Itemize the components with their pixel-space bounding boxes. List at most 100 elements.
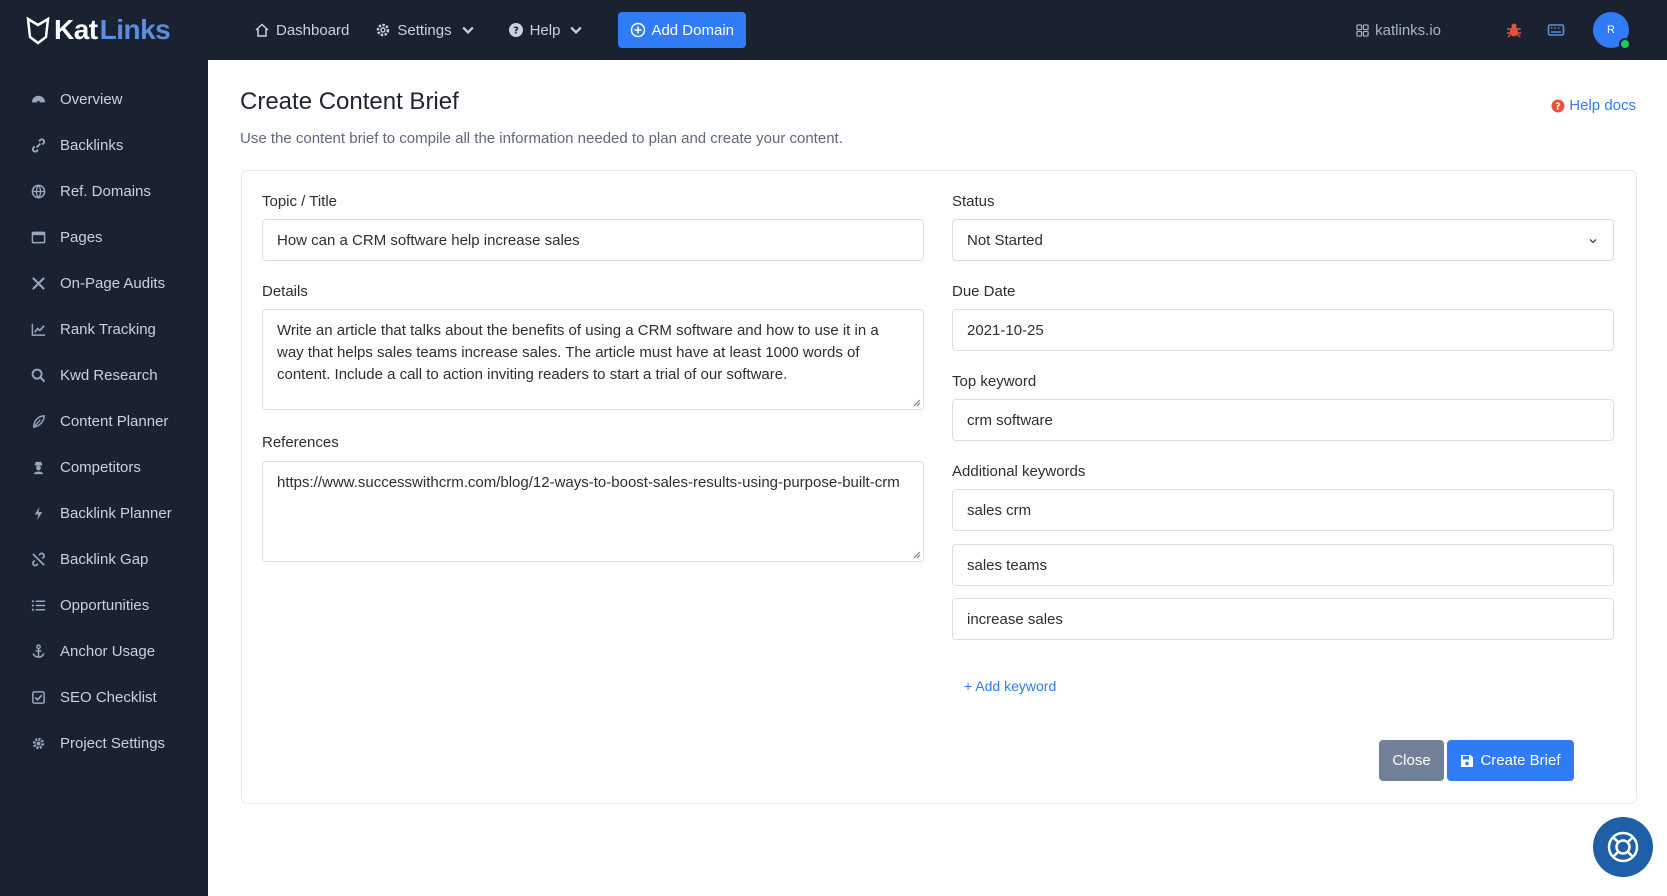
support-chat-button[interactable]	[1593, 817, 1653, 877]
additional-keyword-value: sales teams	[967, 556, 1048, 574]
resize-handle-icon[interactable]	[913, 551, 921, 559]
top-keyword-input[interactable]: crm software	[952, 399, 1614, 441]
sidebar-item-seo-checklist[interactable]: SEO Checklist	[0, 674, 208, 720]
sidebar-item-overview[interactable]: Overview	[0, 76, 208, 122]
dashboard-gauge-icon	[30, 91, 46, 107]
nav-help[interactable]: ? Help	[508, 22, 591, 39]
sidebar-item-on-page-audits[interactable]: On-Page Audits	[0, 260, 208, 306]
sidebar-item-rank-tracking[interactable]: Rank Tracking	[0, 306, 208, 352]
additional-keyword-value: sales crm	[967, 501, 1032, 519]
sidebar-item-label: Backlink Gap	[60, 550, 149, 568]
site-name: katlinks.io	[1375, 21, 1441, 39]
question-circle-icon: ?	[1551, 99, 1565, 112]
logo-text-kat: Kat	[54, 14, 98, 45]
sidebar-item-kwd-research[interactable]: Kwd Research	[0, 352, 208, 398]
svg-text:?: ?	[513, 26, 519, 37]
chevron-down-icon	[1589, 239, 1597, 244]
sidebar-item-label: Overview	[60, 90, 123, 108]
top-keyword-label: Top keyword	[952, 373, 1037, 390]
topic-input[interactable]: How can a CRM software help increase sal…	[262, 219, 924, 261]
add-domain-button[interactable]: Add Domain	[618, 12, 746, 48]
sidebar-item-label: Project Settings	[60, 734, 166, 752]
nav-dashboard[interactable]: Dashboard	[254, 22, 349, 39]
sidebar-nav: Overview Backlinks Ref. Domains Pages On…	[0, 76, 208, 766]
additional-keyword-input[interactable]: sales teams	[952, 544, 1614, 586]
status-select[interactable]: Not Started	[952, 219, 1614, 261]
gear-icon	[30, 735, 46, 751]
top-right-area: katlinks.io R	[1356, 0, 1667, 60]
page-subtitle: Use the content brief to compile all the…	[240, 130, 843, 147]
nav-settings[interactable]: Settings	[375, 22, 481, 39]
gear-icon	[377, 23, 390, 37]
sidebar-item-backlinks[interactable]: Backlinks	[0, 122, 208, 168]
additional-keyword-input[interactable]: sales crm	[952, 489, 1614, 531]
sidebar-item-label: On-Page Audits	[60, 274, 166, 292]
home-icon	[255, 23, 269, 37]
top-bar: Dashboard Settings ? Help Add Domain kat…	[208, 0, 1667, 60]
close-button[interactable]: Close	[1379, 740, 1444, 781]
sidebar-item-ref-domains[interactable]: Ref. Domains	[0, 168, 208, 214]
topic-value: How can a CRM software help increase sal…	[277, 231, 580, 249]
references-textarea[interactable]: https://www.successwithcrm.com/blog/12-w…	[262, 461, 924, 562]
add-keyword-link[interactable]: + Add keyword	[964, 678, 1056, 694]
main-content: Create Content Brief Use the content bri…	[208, 60, 1667, 896]
svg-text:?: ?	[1556, 101, 1562, 112]
sidebar-item-competitors[interactable]: Competitors	[0, 444, 208, 490]
sidebar-item-label: SEO Checklist	[60, 688, 157, 706]
help-docs-label: Help docs	[1569, 97, 1636, 114]
checkbox-icon	[30, 689, 46, 705]
page-title: Create Content Brief	[240, 88, 459, 115]
additional-keyword-value: increase sales	[967, 610, 1063, 628]
create-brief-button[interactable]: Create Brief	[1447, 740, 1574, 781]
status-value: Not Started	[967, 231, 1043, 249]
sidebar-item-label: Rank Tracking	[60, 320, 156, 338]
status-label: Status	[952, 193, 995, 210]
user-avatar[interactable]: R	[1593, 12, 1631, 50]
sidebar-item-content-planner[interactable]: Content Planner	[0, 398, 208, 444]
sidebar-item-anchor-usage[interactable]: Anchor Usage	[0, 628, 208, 674]
details-label: Details	[262, 283, 308, 300]
sidebar-item-label: Ref. Domains	[60, 182, 151, 200]
due-date-value: 2021-10-25	[967, 321, 1044, 339]
references-value: https://www.successwithcrm.com/blog/12-w…	[277, 474, 900, 491]
additional-keywords-label: Additional keywords	[952, 463, 1086, 480]
top-nav: Dashboard Settings ? Help Add Domain	[254, 12, 746, 48]
top-keyword-value: crm software	[967, 411, 1053, 429]
sidebar-item-opportunities[interactable]: Opportunities	[0, 582, 208, 628]
chevron-down-icon	[462, 26, 474, 34]
tools-icon	[30, 275, 46, 291]
logo-text-links: Links	[99, 14, 171, 45]
user-secret-icon	[30, 459, 46, 475]
site-switcher[interactable]: katlinks.io	[1356, 22, 1441, 39]
resize-handle-icon[interactable]	[913, 399, 921, 407]
additional-keyword-input[interactable]: increase sales	[952, 598, 1614, 640]
bug-icon[interactable]	[1505, 21, 1523, 39]
unlink-icon	[30, 551, 46, 567]
chart-line-icon	[30, 321, 46, 337]
nav-dashboard-label: Dashboard	[276, 21, 350, 39]
sidebar-item-pages[interactable]: Pages	[0, 214, 208, 260]
keyboard-icon[interactable]	[1547, 21, 1565, 39]
brand-logo[interactable]: Kat Links	[0, 0, 208, 60]
nav-settings-label: Settings	[397, 21, 452, 39]
globe-icon	[30, 183, 46, 199]
sidebar-item-project-settings[interactable]: Project Settings	[0, 720, 208, 766]
due-date-label: Due Date	[952, 283, 1016, 300]
avatar-initial: R	[1607, 24, 1615, 36]
save-icon	[1461, 754, 1474, 767]
sidebar-item-label: Anchor Usage	[60, 642, 156, 660]
due-date-input[interactable]: 2021-10-25	[952, 309, 1614, 351]
create-brief-label: Create Brief	[1480, 752, 1561, 769]
details-value: Write an article that talks about the be…	[277, 322, 879, 383]
sidebar-item-backlink-gap[interactable]: Backlink Gap	[0, 536, 208, 582]
sidebar-item-backlink-planner[interactable]: Backlink Planner	[0, 490, 208, 536]
content-brief-form: Topic / Title How can a CRM software hel…	[241, 170, 1637, 804]
details-textarea[interactable]: Write an article that talks about the be…	[262, 309, 924, 410]
sidebar-item-label: Pages	[60, 228, 103, 246]
anchor-icon	[30, 643, 46, 659]
help-docs-link[interactable]: ? Help docs	[1551, 97, 1636, 114]
sidebar-item-label: Competitors	[60, 458, 141, 476]
sidebar-item-label: Content Planner	[60, 412, 169, 430]
sidebar-item-label: Backlinks	[60, 136, 124, 154]
sidebar-item-label: Kwd Research	[60, 366, 158, 384]
